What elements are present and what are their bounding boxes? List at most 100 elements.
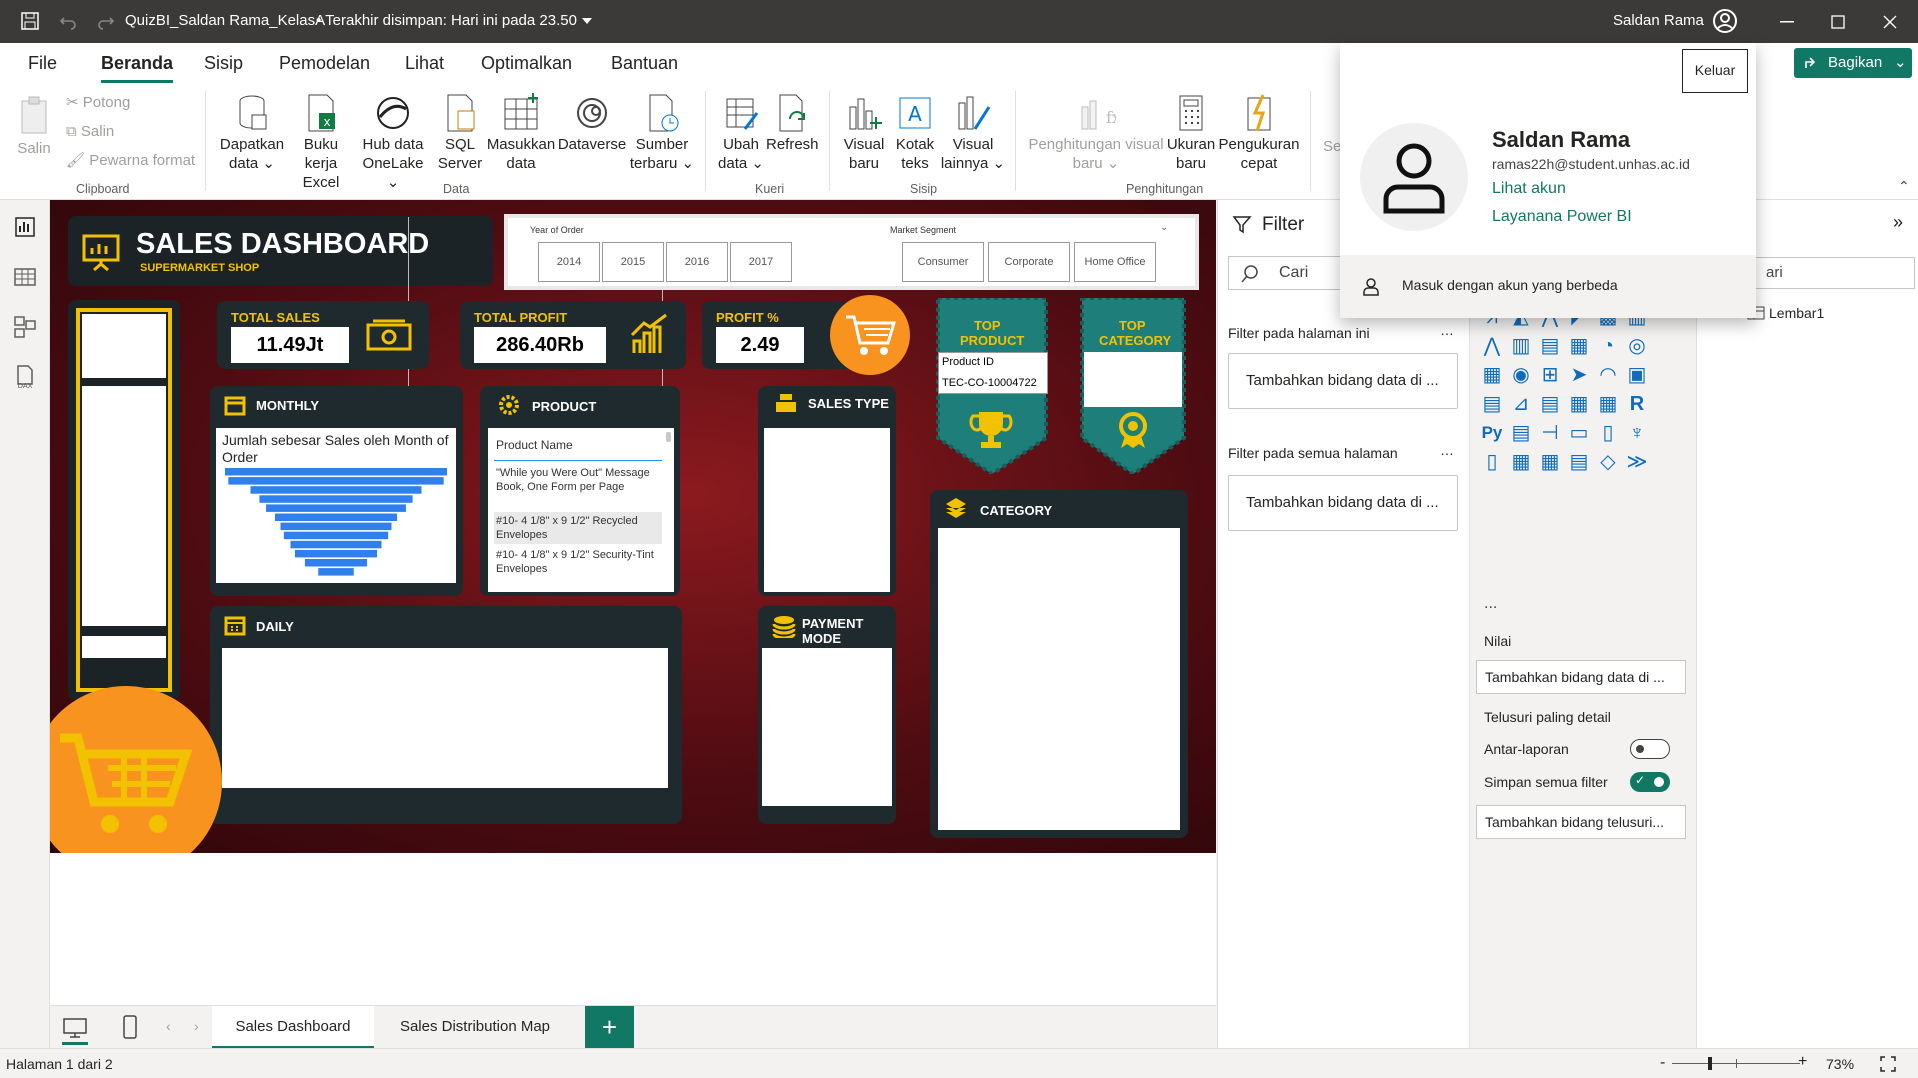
tab-bantuan[interactable]: Bantuan <box>611 53 678 74</box>
minimize-icon[interactable] <box>1780 21 1794 23</box>
visual-type-icon[interactable]: ▦ <box>1509 450 1533 474</box>
page-tab-sales-dashboard[interactable]: Sales Dashboard <box>212 1006 374 1049</box>
quick-measure-button[interactable]: Pengukuran cepat <box>1218 93 1300 173</box>
ribbon-truncated-button[interactable]: Se <box>1323 137 1341 156</box>
textbox-button[interactable]: A Kotak teks <box>890 93 940 173</box>
page-tab-sales-distribution-map[interactable]: Sales Distribution Map <box>380 1006 570 1049</box>
recent-sources-button[interactable]: Sumber terbaru ⌄ <box>628 93 696 173</box>
visual-type-icon[interactable]: ▦ <box>1567 392 1591 416</box>
visual-type-icon[interactable]: R <box>1625 392 1649 416</box>
new-measure-button[interactable]: Ukuran baru <box>1164 93 1218 173</box>
nav-button-3[interactable] <box>82 636 166 658</box>
visual-type-icon[interactable]: ⊿ <box>1509 392 1533 416</box>
visual-type-icon[interactable]: ♆ <box>1625 421 1649 445</box>
dax-query-icon[interactable]: DAX <box>10 362 40 392</box>
zoom-out-button[interactable]: - <box>1660 1054 1665 1072</box>
get-data-button[interactable]: Dapatkan data ⌄ <box>217 93 287 173</box>
mobile-layout-icon[interactable] <box>122 1014 138 1040</box>
segment-home-office-tile[interactable]: Home Office <box>1074 242 1156 282</box>
tab-file[interactable]: File <box>28 53 57 74</box>
funnel-bar[interactable] <box>228 477 444 485</box>
visual-type-icon[interactable]: ▤ <box>1480 392 1504 416</box>
funnel-bar[interactable] <box>318 568 354 576</box>
visual-type-icon[interactable]: ▦ <box>1567 334 1591 358</box>
keep-filters-toggle[interactable]: ✓ <box>1630 772 1670 792</box>
add-page-button[interactable]: + <box>585 1006 634 1049</box>
copy-button[interactable]: ⧉ Salin <box>66 122 114 141</box>
zoom-slider-handle[interactable] <box>1708 1057 1712 1070</box>
visual-type-icon[interactable]: ◠ <box>1596 363 1620 387</box>
more-visuals-ellipsis[interactable]: ... <box>1484 595 1497 613</box>
paste-button[interactable]: Salin <box>14 95 54 158</box>
expand-pane-icon[interactable]: » <box>1893 212 1903 233</box>
filter-all-dropzone[interactable]: Tambahkan bidang data di ... <box>1228 475 1458 531</box>
product-table[interactable]: Product Name "While you Were Out" Messag… <box>488 428 674 592</box>
visual-type-icon[interactable]: ◎ <box>1625 334 1649 358</box>
save-icon[interactable] <box>20 11 40 31</box>
visual-calc-button[interactable]: fx Penghitungan visualbaru ⌄ <box>1026 93 1166 173</box>
visual-type-icon[interactable]: ⋀ <box>1480 334 1504 358</box>
table-lembar1[interactable]: Lembar1 <box>1769 305 1824 321</box>
zoom-in-button[interactable]: + <box>1798 1053 1807 1071</box>
user-avatar-icon[interactable] <box>1712 8 1738 34</box>
chevron-down-icon[interactable] <box>582 18 592 25</box>
prev-page-icon[interactable]: ‹ <box>166 1018 171 1034</box>
report-view-icon[interactable] <box>10 212 40 242</box>
funnel-bar[interactable] <box>304 559 368 567</box>
visual-type-icon[interactable]: ▤ <box>1509 421 1533 445</box>
funnel-bar[interactable] <box>280 522 392 531</box>
visual-type-icon[interactable]: ▯ <box>1480 450 1504 474</box>
visual-type-icon[interactable]: ≫ <box>1625 450 1649 474</box>
collapse-ribbon-icon[interactable]: ⌃ <box>1898 178 1910 195</box>
filter-page-dropzone[interactable]: Tambahkan bidang data di ... <box>1228 353 1458 409</box>
year-2015-tile[interactable]: 2015 <box>602 242 664 282</box>
fit-to-page-icon[interactable] <box>1880 1056 1896 1072</box>
table-row[interactable]: "While you Were Out" Message Book, One F… <box>494 464 662 496</box>
next-page-icon[interactable]: › <box>194 1018 199 1034</box>
visual-type-icon[interactable]: ▤ <box>1538 392 1562 416</box>
signout-button[interactable]: Keluar <box>1682 49 1748 93</box>
year-2017-tile[interactable]: 2017 <box>730 242 792 282</box>
transform-data-button[interactable]: Ubah data ⌄ <box>711 93 771 173</box>
year-2016-tile[interactable]: 2016 <box>666 242 728 282</box>
file-title[interactable]: QuizBI_Saldan Rama_KelasA <box>125 12 325 29</box>
nav-button-1[interactable] <box>82 314 166 378</box>
more-options-icon[interactable]: … <box>1440 322 1454 338</box>
enter-data-button[interactable]: Masukkan data <box>485 93 557 173</box>
table-view-icon[interactable] <box>10 262 40 292</box>
segment-corporate-tile[interactable]: Corporate <box>988 242 1070 282</box>
funnel-bar[interactable] <box>225 468 447 476</box>
format-painter-button[interactable]: 🖌 Pewarna format <box>66 151 195 170</box>
maximize-icon[interactable] <box>1831 15 1845 29</box>
funnel-bar[interactable] <box>250 486 422 494</box>
sql-server-button[interactable]: SQL Server <box>435 93 485 173</box>
visual-type-icon[interactable]: ➤ <box>1567 363 1591 387</box>
values-dropzone[interactable]: Tambahkan bidang data di ... <box>1476 660 1686 694</box>
funnel-bar[interactable] <box>259 495 413 503</box>
tab-lihat[interactable]: Lihat <box>405 53 444 74</box>
close-icon[interactable] <box>1883 15 1897 29</box>
tab-pemodelan[interactable]: Pemodelan <box>279 53 370 74</box>
more-options-icon[interactable]: … <box>1440 442 1454 458</box>
powerbi-service-link[interactable]: Layanana Power BI <box>1492 208 1632 226</box>
dataverse-button[interactable]: Dataverse <box>557 93 627 154</box>
new-visual-button[interactable]: Visual baru <box>838 93 890 173</box>
redo-icon[interactable] <box>96 11 116 31</box>
nav-button-2[interactable] <box>82 386 166 626</box>
year-2014-tile[interactable]: 2014 <box>538 242 600 282</box>
chevron-down-icon[interactable]: ⌄ <box>1160 222 1168 233</box>
segment-consumer-tile[interactable]: Consumer <box>902 242 984 282</box>
tab-optimalkan[interactable]: Optimalkan <box>481 53 572 74</box>
switch-account-row[interactable]: Masuk dengan akun yang berbeda <box>1340 255 1756 318</box>
visual-type-icon[interactable]: ⊣ <box>1538 421 1562 445</box>
table-row[interactable]: #10- 4 1/8" x 9 1/2" Security-Tint Envel… <box>494 546 662 578</box>
share-button[interactable]: Bagikan ⌄ <box>1794 48 1912 78</box>
visual-type-icon[interactable]: ▥ <box>1509 334 1533 358</box>
visual-type-icon[interactable]: ▤ <box>1538 334 1562 358</box>
onelake-button[interactable]: Hub data OneLake ⌄ <box>355 93 431 192</box>
visual-type-icon[interactable]: ▦ <box>1480 363 1504 387</box>
excel-button[interactable]: x Buku kerja Excel <box>286 93 356 192</box>
cut-button[interactable]: ✂ Potong <box>66 93 130 112</box>
tab-beranda[interactable]: Beranda <box>101 53 174 83</box>
more-visuals-button[interactable]: Visual lainnya ⌄ <box>940 93 1006 173</box>
